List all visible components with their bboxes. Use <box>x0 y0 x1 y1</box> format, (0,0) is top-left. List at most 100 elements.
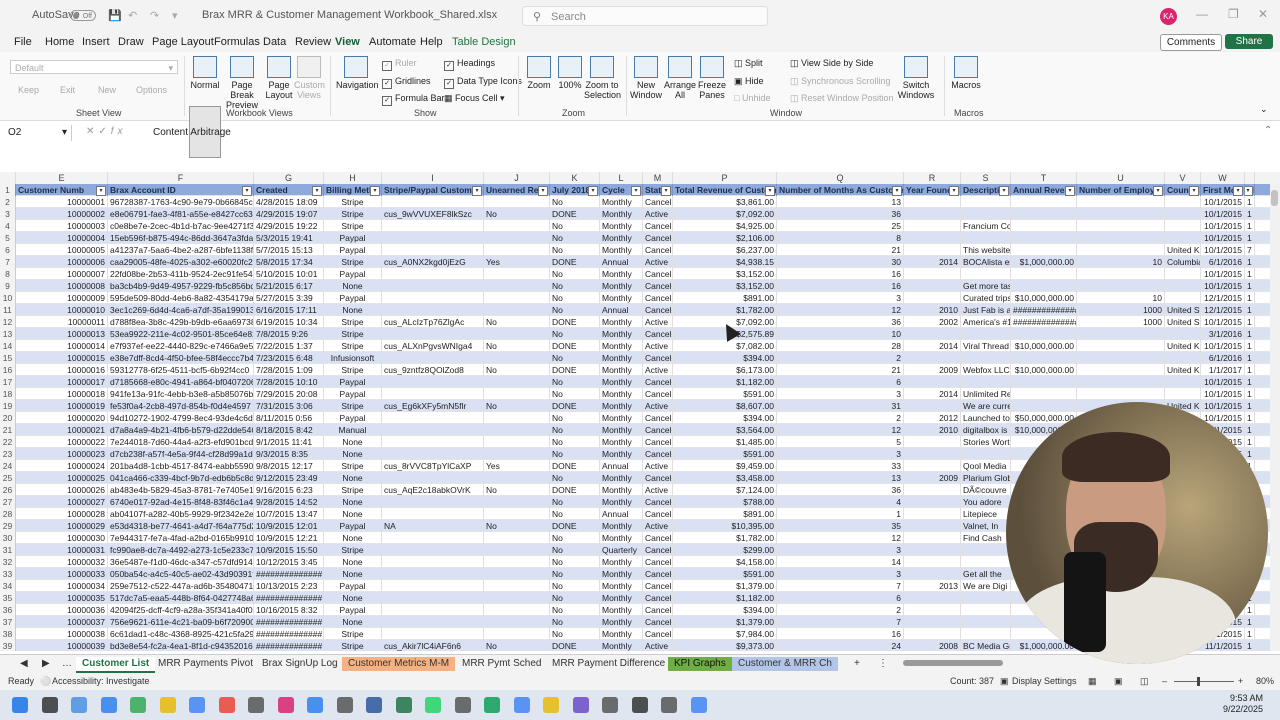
table-cell[interactable]: Cancelle <box>643 436 673 448</box>
exit-button[interactable]: Exit <box>60 85 75 95</box>
table-cell[interactable]: No <box>550 604 600 616</box>
table-cell[interactable]: Webfox LLC i <box>961 364 1011 376</box>
table-cell[interactable] <box>484 280 550 292</box>
column-title[interactable]: Created ▾ <box>254 184 324 196</box>
sheet-tab[interactable]: MRR Pymt Sched <box>456 657 547 671</box>
table-cell[interactable]: Stripe <box>324 544 382 556</box>
arrange-all-button[interactable]: Arrange All <box>664 56 696 100</box>
table-cell[interactable] <box>1011 232 1077 244</box>
table-cell[interactable]: No <box>484 208 550 220</box>
table-cell[interactable]: 1 <box>1245 292 1255 304</box>
table-cell[interactable] <box>904 496 961 508</box>
table-cell[interactable]: cus_ALXnPgvsWNIga4 <box>382 340 484 352</box>
column-title[interactable]: Billing Meth ▾ <box>324 184 382 196</box>
table-cell[interactable]: No <box>484 340 550 352</box>
column-title[interactable]: Stripe/Paypal Customer ▾ <box>382 184 484 196</box>
next-sheet-icon[interactable]: ▶ <box>36 657 56 671</box>
table-cell[interactable]: 3 <box>777 292 904 304</box>
table-cell[interactable] <box>484 196 550 208</box>
table-cell[interactable]: DONE <box>550 208 600 220</box>
table-cell[interactable] <box>961 268 1011 280</box>
table-cell[interactable]: Monthly <box>600 448 643 460</box>
app-icon[interactable] <box>602 697 618 713</box>
table-cell[interactable]: 041ca466-c339-4bcf-9b7d-edb6b5c8d9 <box>108 472 254 484</box>
sheet-tab[interactable]: MRR Payment Difference <box>546 657 671 671</box>
table-cell[interactable] <box>904 556 961 568</box>
table-cell[interactable]: 10000032 <box>16 556 108 568</box>
table-cell[interactable]: Cancelle <box>643 412 673 424</box>
table-cell[interactable] <box>382 388 484 400</box>
tab-file[interactable]: File <box>14 36 32 48</box>
table-cell[interactable]: 7/8/2015 9:26 <box>254 328 324 340</box>
row-number[interactable]: 9 <box>0 280 16 292</box>
table-cell[interactable] <box>382 268 484 280</box>
table-cell[interactable]: 1 <box>1245 268 1255 280</box>
accessibility-status[interactable]: Accessibility: Investigate <box>52 676 150 686</box>
table-cell[interactable] <box>382 556 484 568</box>
tab-home[interactable]: Home <box>45 36 74 48</box>
table-cell[interactable] <box>904 484 961 496</box>
table-cell[interactable]: Monthly <box>600 208 643 220</box>
table-cell[interactable]: 21 <box>777 364 904 376</box>
table-cell[interactable]: Cancelle <box>643 292 673 304</box>
table-cell[interactable]: 10/1/2015 <box>1201 232 1245 244</box>
table-cell[interactable]: ab04107f-a282-40b5-9929-9f2342e2e3 <box>108 508 254 520</box>
excel-icon[interactable] <box>395 697 412 713</box>
table-cell[interactable]: No <box>550 436 600 448</box>
table-cell[interactable]: 10000018 <box>16 388 108 400</box>
table-cell[interactable]: $3,861.00 <box>673 196 777 208</box>
table-cell[interactable]: 10/1/2015 <box>1201 280 1245 292</box>
table-cell[interactable]: 10 <box>1077 292 1165 304</box>
table-cell[interactable]: 10/9/2015 12:01 <box>254 520 324 532</box>
table-cell[interactable]: 5/10/2015 10:01 <box>254 268 324 280</box>
normal-view[interactable]: Normal <box>190 56 220 90</box>
column-header[interactable]: L <box>600 172 643 184</box>
table-cell[interactable]: 1 <box>1245 352 1255 364</box>
filter-dropdown-icon[interactable]: ▾ <box>765 186 775 196</box>
table-cell[interactable]: 7/28/2015 1:09 <box>254 364 324 376</box>
table-cell[interactable]: No <box>484 520 550 532</box>
table-cell[interactable]: 10/1/2015 <box>1201 388 1245 400</box>
table-cell[interactable]: $1,182.00 <box>673 592 777 604</box>
table-cell[interactable]: 10000015 <box>16 352 108 364</box>
table-cell[interactable]: None <box>324 304 382 316</box>
table-cell[interactable] <box>382 628 484 640</box>
chrome-icon[interactable] <box>484 697 500 713</box>
formula-input[interactable]: Content Arbitrage <box>153 127 231 138</box>
table-cell[interactable]: Monthly <box>600 556 643 568</box>
table-cell[interactable]: 96728387-1763-4c90-9e79-0b66845c5 <box>108 196 254 208</box>
table-cell[interactable]: 36 <box>777 484 904 496</box>
table-cell[interactable] <box>1011 328 1077 340</box>
table-cell[interactable]: Active <box>643 208 673 220</box>
row-number[interactable]: 13 <box>0 328 16 340</box>
zoom-slider-thumb[interactable] <box>1197 677 1200 686</box>
table-cell[interactable]: Plarium Glob <box>961 472 1011 484</box>
table-cell[interactable]: 10000001 <box>16 196 108 208</box>
table-cell[interactable] <box>484 436 550 448</box>
table-cell[interactable]: fe53f0a4-2cb8-497d-854b-f0d4e4597 <box>108 400 254 412</box>
table-cell[interactable] <box>382 604 484 616</box>
table-cell[interactable]: Stripe <box>324 400 382 412</box>
table-cell[interactable]: cus_9zntfz8QOlZod8 <box>382 364 484 376</box>
table-cell[interactable]: 6740e017-92ad-4e15-8f48-83f46c1a4d <box>108 496 254 508</box>
more-sheets-icon[interactable]: … <box>56 657 78 671</box>
table-cell[interactable]: Cancelle <box>643 568 673 580</box>
table-cell[interactable]: 10000039 <box>16 640 108 651</box>
table-cell[interactable]: BOCAlista es <box>961 256 1011 268</box>
table-cell[interactable]: 8/11/2015 0:56 <box>254 412 324 424</box>
table-cell[interactable]: Monthly <box>600 328 643 340</box>
table-cell[interactable] <box>904 352 961 364</box>
table-cell[interactable]: 10/7/2015 13:47 <box>254 508 324 520</box>
table-cell[interactable]: Monthly <box>600 532 643 544</box>
table-cell[interactable] <box>1165 352 1201 364</box>
table-cell[interactable] <box>1165 376 1201 388</box>
table-cell[interactable]: Monthly <box>600 472 643 484</box>
table-cell[interactable]: DONE <box>550 484 600 496</box>
table-cell[interactable]: d7a8a4a9-4b21-4fb6-b579-d22dde546 <box>108 424 254 436</box>
table-cell[interactable] <box>382 232 484 244</box>
table-cell[interactable]: Cancelle <box>643 244 673 256</box>
table-cell[interactable]: 12 <box>777 304 904 316</box>
table-cell[interactable]: No <box>550 328 600 340</box>
table-cell[interactable] <box>1011 388 1077 400</box>
table-cell[interactable] <box>484 424 550 436</box>
